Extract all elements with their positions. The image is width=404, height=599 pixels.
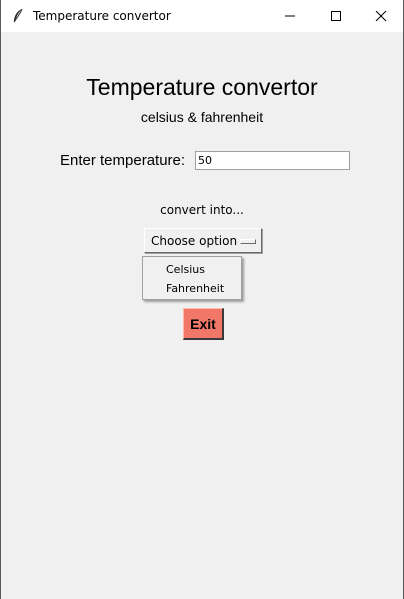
dropdown-item-celsius[interactable]: Celsius [166,263,205,276]
app-window: Temperature convertor Temperature conver… [0,0,404,599]
page-title: Temperature convertor [86,74,318,100]
unit-dropdown-list: Celsius Fahrenheit [142,256,242,300]
temperature-input[interactable] [195,151,350,170]
feather-icon [11,8,25,24]
convert-into-label: convert into... [160,203,244,217]
page-subtitle: celsius & fahrenheit [140,109,264,125]
maximize-button[interactable] [313,0,359,32]
unit-option-menu[interactable]: Choose option [144,228,262,253]
close-button[interactable] [358,0,404,32]
close-icon [375,10,387,22]
maximize-icon [331,11,341,21]
title-bar[interactable]: Temperature convertor [1,0,403,32]
option-menu-selected: Choose option [151,234,238,248]
dropdown-item-fahrenheit[interactable]: Fahrenheit [166,282,224,295]
exit-button[interactable]: Exit [183,308,224,340]
temperature-label: Enter temperature: [60,152,186,169]
minimize-icon [285,15,295,17]
minimize-button[interactable] [267,0,313,32]
option-menu-indicator-icon [240,239,256,244]
window-title: Temperature convertor [33,9,171,23]
